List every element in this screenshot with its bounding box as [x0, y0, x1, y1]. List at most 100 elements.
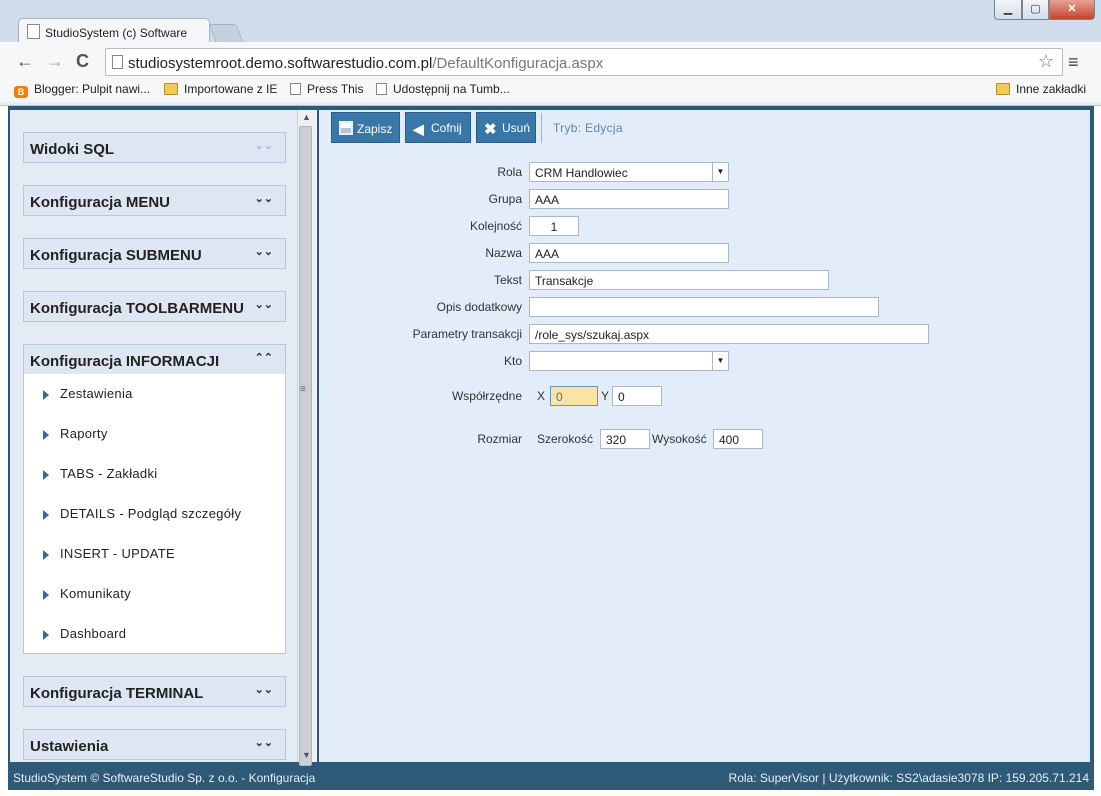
- y-coordinate-field[interactable]: 0: [612, 386, 662, 406]
- parametry-field[interactable]: /role_sys/szukaj.aspx: [529, 324, 929, 344]
- sidebar-item-zestawienia[interactable]: Zestawienia: [24, 386, 284, 406]
- rewind-icon: ◀: [413, 121, 424, 137]
- scrollbar-thumb[interactable]: [299, 126, 312, 766]
- floppy-disk-icon: [339, 121, 353, 135]
- triangle-right-icon: [43, 470, 49, 480]
- back-button[interactable]: ◀ Cofnij: [405, 112, 471, 143]
- chevron-down-icon: ⌄⌄: [254, 299, 273, 311]
- sidebar: Widoki SQL ⌄⌄ Konfiguracja MENU ⌄⌄ Konfi…: [10, 110, 297, 762]
- triangle-right-icon: [43, 590, 49, 600]
- close-window-button[interactable]: ✕: [1049, 0, 1095, 20]
- address-bar[interactable]: studiosystemroot.demo.softwarestudio.com…: [105, 48, 1063, 76]
- width-field[interactable]: 320: [600, 429, 650, 449]
- folder-icon: [164, 83, 178, 95]
- sidebar-item-label: INSERT - UPDATE: [60, 546, 176, 561]
- accordion-ustawienia[interactable]: Ustawienia ⌄⌄: [23, 729, 286, 760]
- status-left-text: StudioSystem © SoftwareStudio Sp. z o.o.…: [13, 771, 316, 785]
- bookmark-label: Blogger: Pulpit nawi...: [34, 82, 151, 96]
- scroll-up-icon[interactable]: ▲: [302, 112, 311, 122]
- save-label: Zapisz: [357, 122, 393, 136]
- rozmiar-label: Rozmiar: [477, 432, 522, 446]
- sidebar-item-tabs[interactable]: TABS - Zakładki: [24, 466, 284, 486]
- rola-value: CRM Handlowiec: [535, 166, 628, 180]
- bookmark-label: Udostępnij na Tumb...: [393, 82, 510, 96]
- height-field[interactable]: 400: [713, 429, 763, 449]
- grupa-field[interactable]: AAA: [529, 189, 729, 209]
- width-label: Szerokość: [537, 432, 594, 446]
- sidebar-item-details[interactable]: DETAILS - Podgląd szczegóły: [24, 506, 284, 526]
- forward-arrow-icon[interactable]: →: [46, 51, 64, 71]
- accordion-konfiguracja-submenu[interactable]: Konfiguracja SUBMENU ⌄⌄: [23, 238, 286, 269]
- browser-chrome: StudioSystem (c) Software ▁ ▢ ✕ ← → C st…: [0, 0, 1101, 106]
- sidebar-item-label: Zestawienia: [60, 386, 133, 401]
- x-coordinate-field[interactable]: 0: [550, 386, 598, 406]
- mode-indicator: Tryb: Edycja: [553, 121, 623, 135]
- nazwa-field[interactable]: AAA: [529, 243, 729, 263]
- scroll-down-icon[interactable]: ▼: [302, 750, 311, 760]
- accordion-label: Ustawienia: [30, 738, 109, 755]
- other-bookmarks[interactable]: Inne zakładki: [996, 82, 1086, 96]
- delete-button[interactable]: ✖ Usuń: [476, 112, 536, 143]
- sidebar-scrollbar[interactable]: ▲ ▼: [297, 110, 317, 766]
- accordion-konfiguracja-informacji[interactable]: Konfiguracja INFORMACJI ⌃⌃: [23, 344, 286, 375]
- opis-field[interactable]: [529, 297, 879, 317]
- main-panel: Zapisz ◀ Cofnij ✖ Usuń Tryb: Edycja Rola C…: [319, 110, 1090, 762]
- triangle-right-icon: [43, 430, 49, 440]
- status-right-text: Rola: SuperVisor | Użytkownik: SS2\adasi…: [728, 771, 1089, 785]
- accordion-konfiguracja-terminal[interactable]: Konfiguracja TERMINAL ⌄⌄: [23, 676, 286, 707]
- height-label: Wysokość: [652, 432, 707, 446]
- chevron-down-icon: ⌄⌄: [254, 684, 273, 696]
- bookmark-tumblr[interactable]: Udostępnij na Tumb...: [376, 82, 510, 96]
- wspolrzedne-label: Współrzędne: [451, 389, 522, 403]
- tab-strip: StudioSystem (c) Software ▁ ▢ ✕: [0, 0, 1101, 45]
- kto-select[interactable]: ▼: [529, 351, 729, 371]
- chevron-down-icon: ⌄⌄: [254, 193, 273, 205]
- rola-select[interactable]: CRM Handlowiec ▼: [529, 162, 729, 182]
- sidebar-item-label: Komunikaty: [60, 586, 131, 601]
- bookmark-press-this[interactable]: Press This: [290, 82, 363, 96]
- sidebar-item-raporty[interactable]: Raporty: [24, 426, 284, 446]
- kto-label: Kto: [503, 354, 522, 368]
- chevron-down-icon[interactable]: ▼: [712, 352, 728, 370]
- close-x-icon: ✖: [484, 121, 497, 138]
- page-favicon-icon: [27, 24, 40, 39]
- sidebar-item-label: DETAILS - Podgląd szczegóły: [60, 506, 242, 521]
- chevron-up-icon: ⌃⌃: [254, 352, 273, 364]
- splitter-handle-icon[interactable]: ≡: [300, 384, 306, 395]
- tekst-label: Tekst: [493, 273, 522, 287]
- kolejnosc-field[interactable]: 1: [529, 216, 579, 236]
- accordion-label: Konfiguracja TERMINAL: [30, 685, 204, 702]
- browser-menu-icon[interactable]: ≡: [1068, 52, 1079, 73]
- accordion-konfiguracja-menu[interactable]: Konfiguracja MENU ⌄⌄: [23, 185, 286, 216]
- browser-tab[interactable]: StudioSystem (c) Software: [18, 18, 210, 45]
- accordion-konfiguracja-toolbarmenu[interactable]: Konfiguracja TOOLBARMENU ⌄⌄: [23, 291, 286, 322]
- save-button[interactable]: Zapisz: [331, 112, 400, 143]
- kolejnosc-label: Kolejność: [469, 219, 522, 233]
- minimize-button[interactable]: ▁: [994, 0, 1022, 20]
- bookmark-folder-ie[interactable]: Importowane z IE: [164, 82, 277, 96]
- chevron-down-icon: ⌄⌄: [254, 140, 273, 152]
- chevron-down-icon[interactable]: ▼: [712, 163, 728, 181]
- grupa-label: Grupa: [488, 192, 522, 206]
- back-label: Cofnij: [431, 121, 462, 135]
- url-host: studiosystemroot.demo.softwarestudio.com…: [128, 55, 433, 72]
- bookmark-label: Importowane z IE: [184, 82, 278, 96]
- bookmark-label: Press This: [307, 82, 364, 96]
- bookmark-blogger[interactable]: B Blogger: Pulpit nawi...: [14, 82, 150, 98]
- back-arrow-icon[interactable]: ←: [16, 51, 34, 71]
- sidebar-item-komunikaty[interactable]: Komunikaty: [24, 586, 284, 606]
- new-tab-button[interactable]: [208, 24, 244, 42]
- sidebar-item-insert-update[interactable]: INSERT - UPDATE: [24, 546, 284, 566]
- opis-label: Opis dodatkowy: [436, 300, 522, 314]
- bookmark-star-icon[interactable]: ☆: [1038, 51, 1054, 72]
- chevron-down-icon: ⌄⌄: [254, 246, 273, 258]
- maximize-button[interactable]: ▢: [1022, 0, 1049, 20]
- accordion-widoki-sql[interactable]: Widoki SQL ⌄⌄: [23, 132, 286, 163]
- blogger-icon: B: [14, 86, 28, 98]
- tekst-field[interactable]: Transakcje: [529, 270, 829, 290]
- page-icon: [376, 83, 387, 95]
- sidebar-item-label: TABS - Zakładki: [60, 466, 158, 481]
- sidebar-item-dashboard[interactable]: Dashboard: [24, 626, 284, 646]
- delete-label: Usuń: [502, 121, 531, 135]
- reload-icon[interactable]: C: [76, 51, 89, 71]
